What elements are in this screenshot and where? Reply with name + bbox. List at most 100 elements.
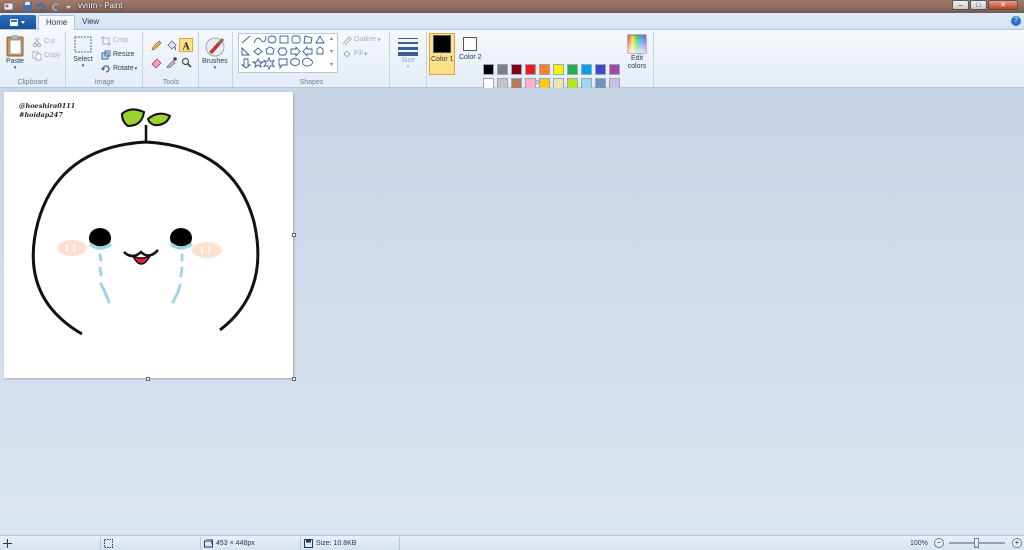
- palette-swatch[interactable]: [525, 64, 536, 75]
- select-button[interactable]: Select ▾: [73, 34, 93, 69]
- maximize-button[interactable]: □: [970, 0, 987, 10]
- canvas-workspace[interactable]: @hoeshira0111 #hoidap247: [0, 88, 1024, 535]
- clipboard-group-label: Clipboard: [17, 79, 48, 86]
- color2-button[interactable]: Color 2: [459, 35, 482, 62]
- canvas-size-icon: [204, 539, 213, 548]
- outline-icon: [342, 35, 352, 45]
- zoom-slider-thumb[interactable]: [974, 538, 979, 548]
- paste-dropdown-icon[interactable]: ▾: [14, 65, 17, 71]
- zoom-out-button[interactable]: −: [934, 538, 944, 548]
- paste-icon: [6, 35, 24, 57]
- tab-home[interactable]: Home: [38, 15, 76, 30]
- text-icon[interactable]: A: [179, 38, 193, 52]
- minimize-button[interactable]: –: [952, 0, 969, 10]
- size-label: Size: [401, 57, 415, 64]
- edit-colors-button[interactable]: Edit colors: [624, 33, 650, 71]
- rainbow-icon: [627, 34, 647, 54]
- palette-swatch[interactable]: [609, 64, 620, 75]
- resize-handle-right[interactable]: [292, 233, 296, 237]
- shapes-group-label: Shapes: [299, 79, 324, 86]
- shapes-expand-icon[interactable]: ▾: [330, 61, 333, 68]
- shapes-scroll-down-icon[interactable]: ▾: [330, 48, 333, 55]
- select-dropdown-icon[interactable]: ▾: [82, 63, 85, 69]
- resize-icon: [101, 50, 111, 59]
- disk-icon: [304, 539, 313, 548]
- palette-swatch[interactable]: [595, 64, 606, 75]
- copy-button[interactable]: Copy: [32, 50, 60, 61]
- magnifier-icon[interactable]: [179, 55, 193, 69]
- rotate-icon: [101, 64, 110, 73]
- resize-handle-corner[interactable]: [292, 377, 296, 381]
- color-picker-icon[interactable]: [164, 55, 178, 69]
- fill-icon[interactable]: [164, 38, 178, 52]
- undo-icon[interactable]: [36, 1, 47, 12]
- scissors-icon: [33, 37, 41, 47]
- zoom-in-button[interactable]: +: [1012, 538, 1022, 548]
- resize-button[interactable]: Resize: [101, 49, 134, 60]
- window-controls: – □ ✕: [951, 0, 1018, 11]
- status-bar: 453 × 448px Size: 10.8KB 100% − +: [0, 535, 1024, 550]
- eraser-icon[interactable]: [149, 55, 163, 69]
- paste-label: Paste: [6, 58, 24, 65]
- paint-app-icon[interactable]: [3, 1, 14, 12]
- outline-label: Outline: [354, 36, 377, 43]
- size-dropdown-icon[interactable]: ▾: [407, 64, 410, 70]
- color2-swatch: [463, 37, 478, 51]
- brushes-dropdown-icon[interactable]: ▾: [214, 65, 217, 71]
- palette-swatch[interactable]: [553, 64, 564, 75]
- ribbon: Paste ▾ Cut Copy Clipboard Select ▾ Crop…: [0, 30, 1024, 103]
- select-icon: [74, 36, 92, 53]
- fill-button[interactable]: Fill ▾: [342, 48, 367, 59]
- clipboard-group: Paste ▾ Cut Copy Clipboard: [0, 32, 66, 87]
- resize-handle-bottom[interactable]: [146, 377, 150, 381]
- close-button[interactable]: ✕: [988, 0, 1018, 10]
- select-label: Select: [73, 56, 93, 63]
- rotate-button[interactable]: Rotate ▾: [101, 63, 137, 74]
- drawing-canvas[interactable]: @hoeshira0111 #hoidap247: [4, 92, 293, 378]
- palette-swatch[interactable]: [539, 64, 550, 75]
- palette-swatch[interactable]: [497, 64, 508, 75]
- crop-icon: [101, 35, 111, 46]
- palette-swatch[interactable]: [511, 64, 522, 75]
- credit-line-1: @hoeshira0111: [19, 102, 76, 110]
- window-title: vvnm - Paint: [78, 1, 123, 10]
- brushes-label: Brushes: [202, 58, 228, 65]
- outline-button[interactable]: Outline ▾: [342, 34, 381, 45]
- color1-label: Color 1: [431, 56, 454, 63]
- help-icon[interactable]: ?: [1011, 16, 1021, 26]
- cut-button[interactable]: Cut: [32, 36, 55, 47]
- line-size-icon: [398, 38, 418, 56]
- image-group: Select ▾ Crop Resize Rotate ▾ Image: [67, 32, 143, 87]
- size-group: Size ▾: [391, 32, 427, 87]
- palette-swatch[interactable]: [581, 64, 592, 75]
- file-size-text: Size: 10.8KB: [316, 540, 357, 547]
- color1-swatch: [433, 35, 452, 53]
- shapes-scroll-up-icon[interactable]: ▴: [330, 35, 333, 42]
- tab-view[interactable]: View: [75, 15, 106, 30]
- paste-button[interactable]: Paste ▾: [5, 34, 25, 71]
- edit-colors-label: Edit colors: [627, 55, 647, 70]
- rotate-dropdown-icon[interactable]: ▾: [135, 66, 138, 72]
- crop-label: Crop: [113, 37, 129, 44]
- shapes-gallery[interactable]: [238, 33, 338, 73]
- customize-quick-access-icon[interactable]: [63, 1, 74, 12]
- color1-button[interactable]: Color 1: [431, 35, 454, 64]
- copy-icon: [32, 51, 42, 60]
- save-icon[interactable]: [22, 1, 33, 12]
- fill-bucket-icon: [343, 49, 351, 58]
- image-dimensions-text: 453 × 448px: [216, 540, 255, 547]
- brushes-button[interactable]: Brushes ▾: [202, 34, 228, 71]
- rotate-label: Rotate: [113, 65, 134, 72]
- palette-swatch[interactable]: [483, 64, 494, 75]
- size-button[interactable]: Size ▾: [396, 35, 420, 70]
- redo-icon[interactable]: [50, 1, 61, 12]
- canvas-drawing: [31, 108, 260, 336]
- palette-swatch[interactable]: [567, 64, 578, 75]
- paint-menu-button[interactable]: [0, 15, 36, 29]
- color2-label: Color 2: [459, 54, 482, 61]
- pencil-icon[interactable]: [149, 38, 163, 52]
- image-dimensions: 453 × 448px: [204, 538, 255, 549]
- brushes-group: Brushes ▾: [200, 32, 233, 87]
- title-bar: vvnm - Paint – □ ✕: [0, 0, 1024, 13]
- crop-button[interactable]: Crop: [101, 35, 128, 46]
